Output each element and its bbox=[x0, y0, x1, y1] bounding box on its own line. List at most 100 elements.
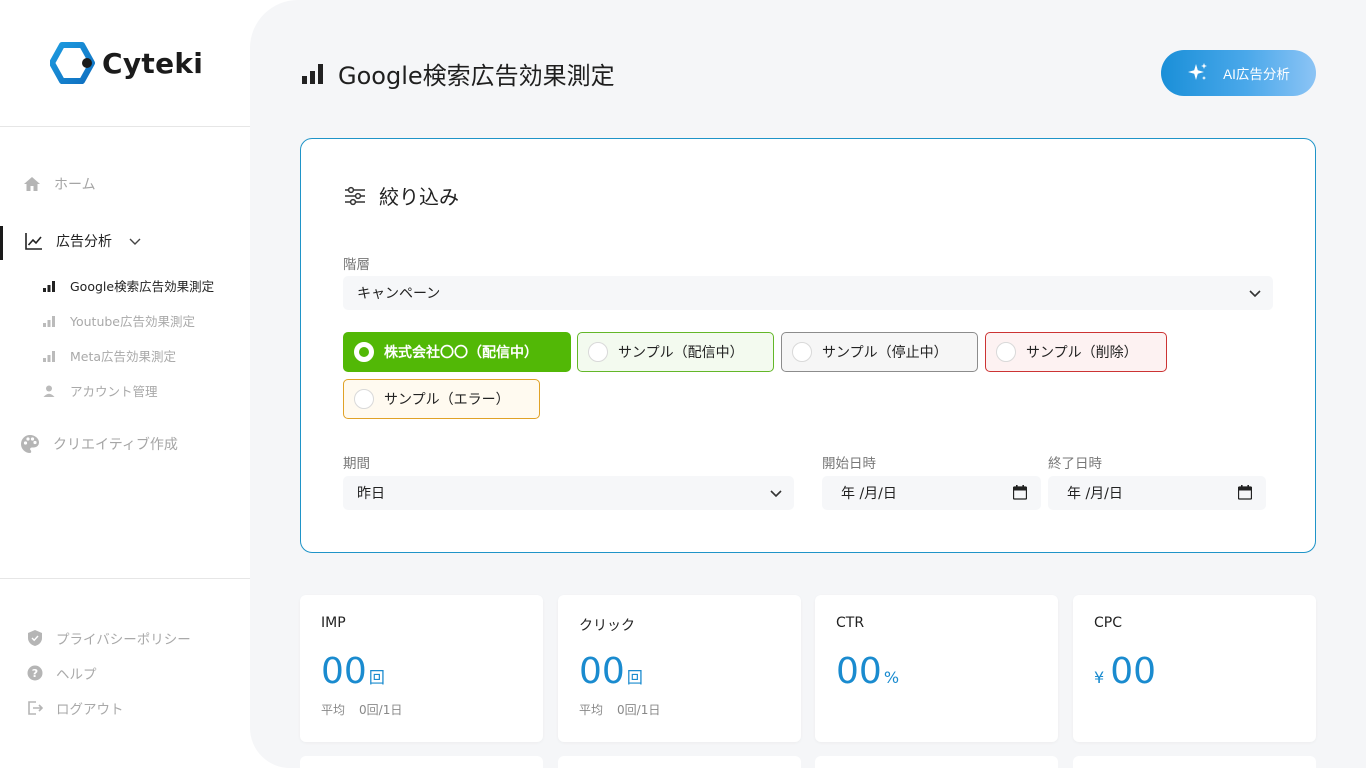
sidebar-item-creative[interactable]: クリエイティブ作成 bbox=[20, 434, 270, 454]
stat-card-partial bbox=[815, 756, 1058, 768]
ai-analysis-button-label: AI広告分析 bbox=[1223, 67, 1290, 82]
stat-unit: 回 bbox=[368, 668, 385, 687]
campaign-radio-3[interactable]: サンプル（削除） bbox=[985, 332, 1167, 372]
chevron-down-icon bbox=[1249, 290, 1261, 298]
radio-circle bbox=[996, 342, 1016, 362]
sliders-icon bbox=[343, 184, 367, 208]
stat-card-cpc: CPC ¥00 bbox=[1073, 595, 1316, 742]
campaign-radio-4[interactable]: サンプル（エラー） bbox=[343, 379, 540, 419]
stat-average-value: 0回/1日 bbox=[617, 703, 661, 717]
sidebar-divider-top bbox=[0, 126, 250, 127]
sidebar-subitem-label: Youtube広告効果測定 bbox=[70, 314, 195, 329]
stat-average-label: 平均 bbox=[321, 703, 346, 717]
ai-analysis-button[interactable]: AI広告分析 bbox=[1161, 50, 1316, 96]
sparkle-icon bbox=[1187, 62, 1209, 84]
stat-card-partial bbox=[300, 756, 543, 768]
period-select[interactable]: 昨日 bbox=[343, 476, 794, 510]
logo[interactable]: Cyteki bbox=[50, 42, 203, 84]
stat-label: IMP bbox=[321, 615, 346, 631]
page-title-text: Google検索広告効果測定 bbox=[338, 62, 615, 90]
stat-label: CTR bbox=[836, 615, 865, 631]
footer-item-help[interactable]: ? ヘルプ bbox=[26, 663, 97, 683]
stat-average-value: 0回/1日 bbox=[359, 703, 403, 717]
line-chart-icon bbox=[24, 231, 44, 251]
radio-circle bbox=[588, 342, 608, 362]
radio-circle bbox=[792, 342, 812, 362]
sidebar-item-label: 広告分析 bbox=[56, 234, 112, 250]
bar-chart-icon bbox=[300, 61, 326, 87]
radio-circle bbox=[354, 342, 374, 362]
footer-item-label: ヘルプ bbox=[56, 667, 97, 683]
campaign-radio-2[interactable]: サンプル（停止中） bbox=[781, 332, 978, 372]
stat-label: クリック bbox=[579, 618, 635, 634]
hierarchy-label: 階層 bbox=[343, 257, 370, 273]
start-date-value: 年 /月/日 bbox=[841, 486, 897, 502]
stat-card-partial bbox=[1073, 756, 1316, 768]
period-label: 期間 bbox=[343, 456, 370, 472]
shield-icon bbox=[26, 629, 44, 647]
chevron-down-icon bbox=[770, 490, 782, 498]
start-date-label: 開始日時 bbox=[822, 456, 876, 472]
stat-average-label: 平均 bbox=[579, 703, 604, 717]
campaign-radio-label: サンプル（停止中） bbox=[822, 345, 948, 361]
sidebar-subitem-meta[interactable]: Meta広告効果測定 bbox=[42, 346, 176, 365]
stat-number: 00 bbox=[579, 651, 625, 692]
start-date-input[interactable]: 年 /月/日 bbox=[822, 476, 1041, 510]
logo-hexagon-icon bbox=[50, 42, 95, 84]
sidebar-subitem-label: Google検索広告効果測定 bbox=[70, 279, 215, 294]
calendar-icon[interactable] bbox=[1238, 485, 1252, 500]
hierarchy-select[interactable]: キャンペーン bbox=[343, 276, 1273, 310]
stat-number: 00 bbox=[321, 651, 367, 692]
stat-value: 00 回 bbox=[579, 651, 643, 692]
radio-circle bbox=[354, 389, 374, 409]
help-icon: ? bbox=[26, 664, 44, 682]
stat-value: ¥00 bbox=[1094, 651, 1156, 692]
campaign-radio-label: サンプル（配信中） bbox=[618, 345, 744, 361]
palette-icon bbox=[20, 434, 40, 454]
end-date-label: 終了日時 bbox=[1048, 456, 1102, 472]
filter-title-text: 絞り込み bbox=[379, 185, 459, 209]
hierarchy-select-value: キャンペーン bbox=[357, 286, 441, 302]
period-select-value: 昨日 bbox=[357, 486, 385, 502]
bar-chart-icon bbox=[42, 349, 56, 363]
sidebar-subitem-google[interactable]: Google検索広告効果測定 bbox=[42, 276, 214, 295]
campaign-radio-1[interactable]: サンプル（配信中） bbox=[577, 332, 774, 372]
sidebar-item-label: クリエイティブ作成 bbox=[53, 437, 178, 453]
stat-unit: % bbox=[883, 668, 900, 687]
bar-chart-icon bbox=[42, 314, 56, 328]
filter-title: 絞り込み bbox=[343, 181, 459, 210]
sidebar-subitem-label: Meta広告効果測定 bbox=[70, 349, 177, 364]
footer-item-label: プライバシーポリシー bbox=[56, 632, 191, 648]
sidebar-subitem-youtube[interactable]: Youtube広告効果測定 bbox=[42, 311, 195, 330]
calendar-icon[interactable] bbox=[1013, 485, 1027, 500]
logo-text: Cyteki bbox=[102, 46, 204, 80]
footer-item-privacy[interactable]: プライバシーポリシー bbox=[26, 628, 191, 648]
page-title: Google検索広告効果測定 bbox=[300, 56, 615, 91]
stat-card-partial bbox=[558, 756, 801, 768]
sidebar-subitem-account[interactable]: アカウント管理 bbox=[42, 381, 158, 400]
active-indicator bbox=[0, 226, 3, 260]
stat-average: 平均 0回/1日 bbox=[579, 701, 660, 718]
campaign-radio-0[interactable]: 株式会社〇〇（配信中） bbox=[343, 332, 571, 372]
chevron-down-icon bbox=[128, 234, 142, 248]
sidebar-item-ad-analysis[interactable]: 広告分析 bbox=[24, 231, 274, 251]
sidebar: Cyteki ホーム 広告分析 Google検索広告効果測定 Youtube広告… bbox=[0, 0, 250, 768]
stat-unit: 回 bbox=[626, 668, 643, 687]
campaign-radio-label: 株式会社〇〇（配信中） bbox=[384, 345, 538, 361]
bar-chart-icon bbox=[42, 279, 56, 293]
stat-card-click: クリック 00 回 平均 0回/1日 bbox=[558, 595, 801, 742]
sidebar-item-home[interactable]: ホーム bbox=[22, 174, 272, 194]
stat-average: 平均 0回/1日 bbox=[321, 701, 402, 718]
stat-prefix: ¥ bbox=[1094, 668, 1105, 687]
logout-icon bbox=[26, 699, 44, 717]
end-date-input[interactable]: 年 /月/日 bbox=[1048, 476, 1266, 510]
stat-number: 00 bbox=[836, 651, 882, 692]
sidebar-divider-bottom bbox=[0, 578, 250, 579]
sidebar-subitem-label: アカウント管理 bbox=[70, 384, 158, 399]
svg-text:?: ? bbox=[32, 667, 38, 680]
campaign-radio-label: サンプル（削除） bbox=[1026, 345, 1138, 361]
filter-panel: 絞り込み 階層 キャンペーン 株式会社〇〇（配信中） サンプル（配信中） サンプ… bbox=[300, 138, 1316, 553]
stat-card-imp: IMP 00 回 平均 0回/1日 bbox=[300, 595, 543, 742]
footer-item-logout[interactable]: ログアウト bbox=[26, 698, 124, 718]
stat-number: 00 bbox=[1110, 651, 1156, 692]
